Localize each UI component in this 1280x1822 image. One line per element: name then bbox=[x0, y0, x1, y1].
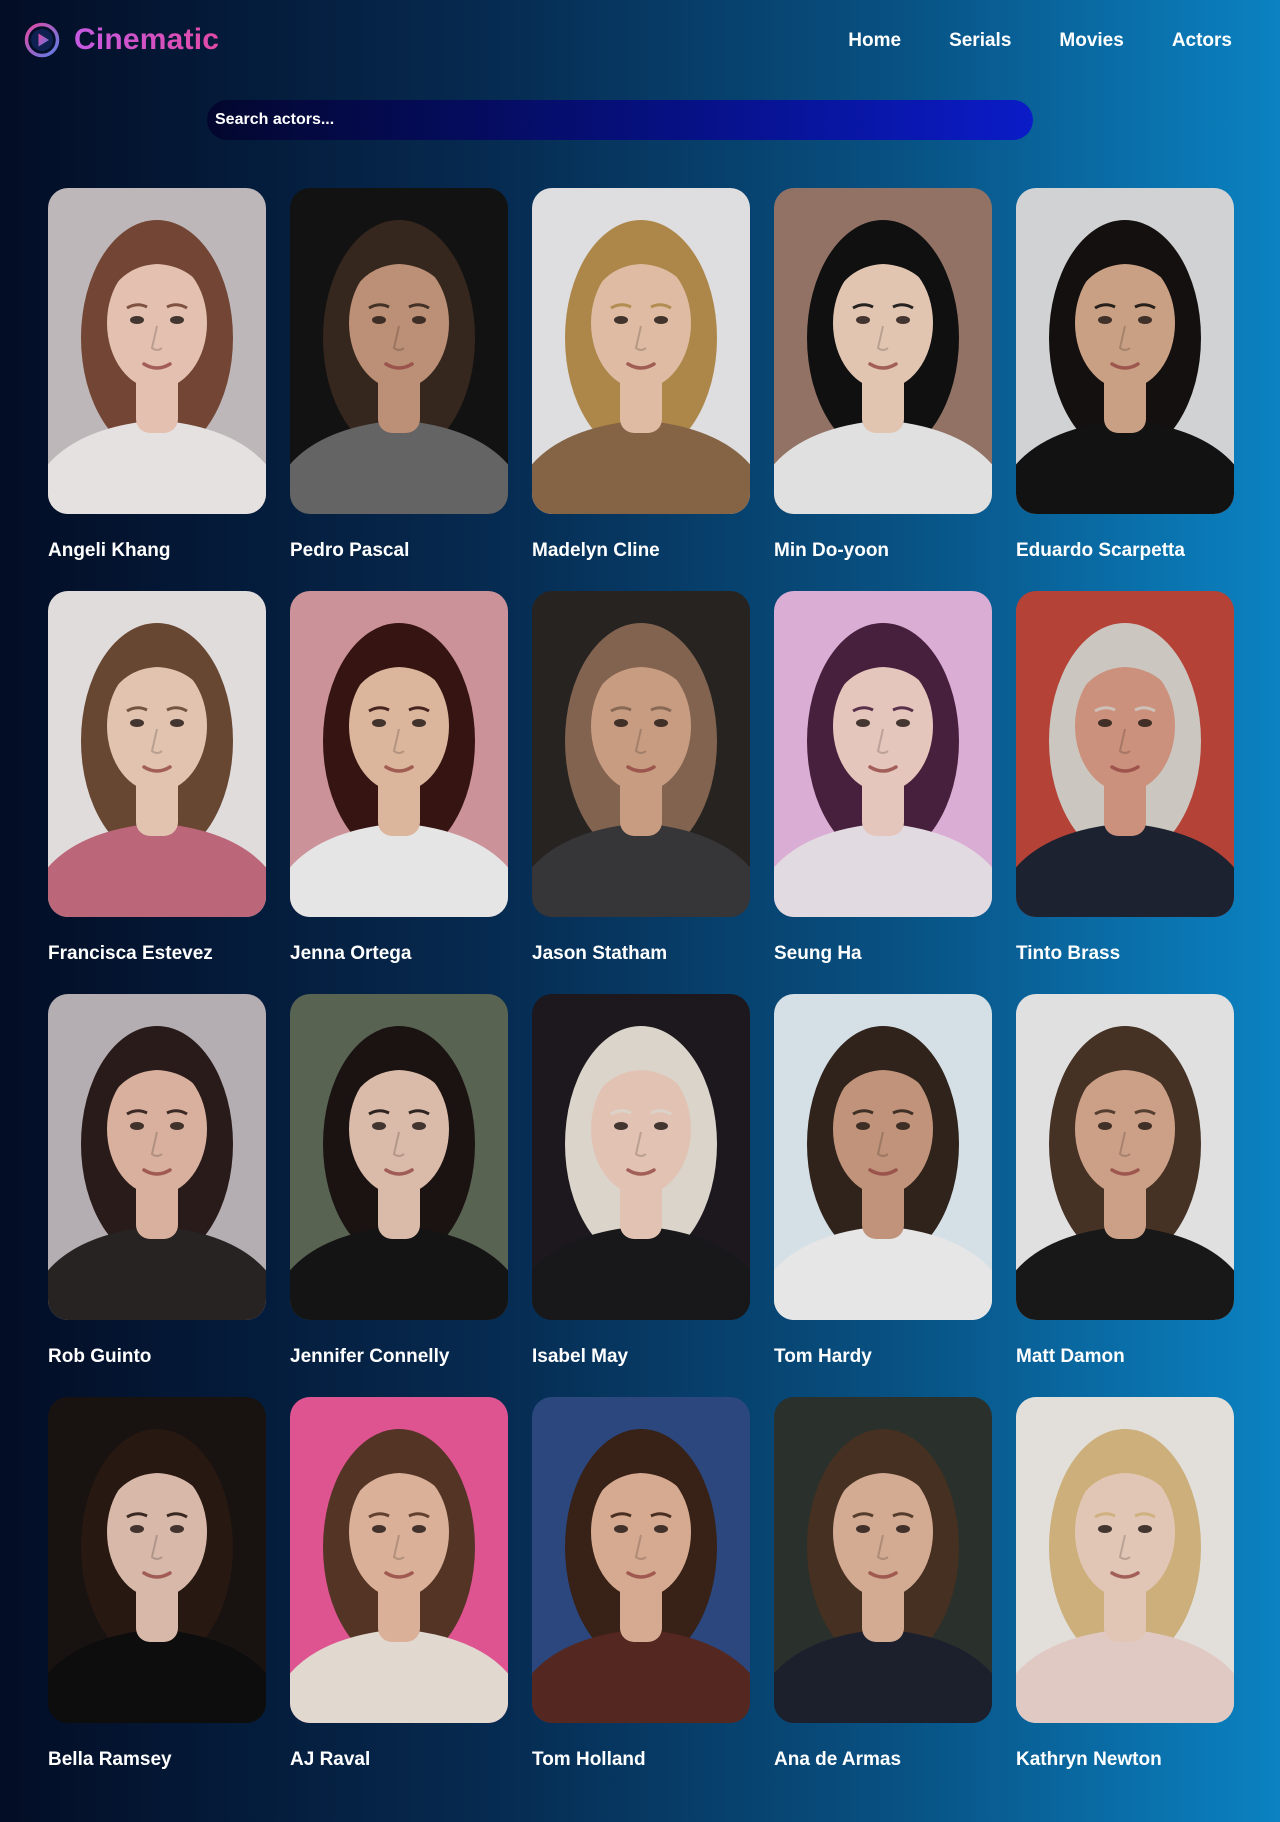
actor-card[interactable]: Tom Hardy bbox=[774, 994, 992, 1397]
actor-name[interactable]: Tinto Brass bbox=[1016, 943, 1234, 965]
portrait-image bbox=[1016, 188, 1234, 514]
actor-photo[interactable] bbox=[290, 188, 508, 514]
actor-photo[interactable] bbox=[774, 1397, 992, 1723]
actor-card[interactable]: Madelyn Cline bbox=[532, 188, 750, 591]
actor-card[interactable]: Eduardo Scarpetta bbox=[1016, 188, 1234, 591]
site-header: Cinematic Home Serials Movies Actors bbox=[0, 0, 1280, 84]
play-circle-icon bbox=[24, 22, 60, 58]
main-nav: Home Serials Movies Actors bbox=[848, 30, 1232, 52]
actor-photo[interactable] bbox=[774, 591, 992, 917]
actor-card[interactable]: Francisca Estevez bbox=[48, 591, 266, 994]
actor-photo[interactable] bbox=[48, 188, 266, 514]
actor-name[interactable]: Madelyn Cline bbox=[532, 540, 750, 562]
actor-card[interactable]: Ana de Armas bbox=[774, 1397, 992, 1800]
actor-photo[interactable] bbox=[290, 1397, 508, 1723]
actor-name[interactable]: Tom Holland bbox=[532, 1749, 750, 1771]
actor-name[interactable]: Matt Damon bbox=[1016, 1346, 1234, 1368]
actor-photo[interactable] bbox=[774, 994, 992, 1320]
portrait-image bbox=[290, 188, 508, 514]
portrait-image bbox=[774, 1397, 992, 1723]
portrait-image bbox=[1016, 1397, 1234, 1723]
actor-photo[interactable] bbox=[48, 994, 266, 1320]
actor-name[interactable]: Francisca Estevez bbox=[48, 943, 266, 965]
actor-photo[interactable] bbox=[1016, 994, 1234, 1320]
search-input[interactable] bbox=[207, 100, 1033, 140]
portrait-image bbox=[532, 1397, 750, 1723]
actor-photo[interactable] bbox=[774, 188, 992, 514]
actor-card[interactable]: Bella Ramsey bbox=[48, 1397, 266, 1800]
nav-actors[interactable]: Actors bbox=[1172, 30, 1232, 52]
portrait-image bbox=[532, 188, 750, 514]
actor-photo[interactable] bbox=[1016, 591, 1234, 917]
actor-name[interactable]: Min Do-yoon bbox=[774, 540, 992, 562]
brand-name: Cinematic bbox=[74, 23, 220, 56]
actor-name[interactable]: Ana de Armas bbox=[774, 1749, 992, 1771]
portrait-image bbox=[1016, 591, 1234, 917]
portrait-image bbox=[48, 188, 266, 514]
actor-name[interactable]: Rob Guinto bbox=[48, 1346, 266, 1368]
actor-name[interactable]: Jason Statham bbox=[532, 943, 750, 965]
actor-card[interactable]: Angeli Khang bbox=[48, 188, 266, 591]
brand-logo[interactable]: Cinematic bbox=[24, 22, 219, 58]
actor-photo[interactable] bbox=[532, 188, 750, 514]
actor-card[interactable]: AJ Raval bbox=[290, 1397, 508, 1800]
actor-card[interactable]: Kathryn Newton bbox=[1016, 1397, 1234, 1800]
portrait-image bbox=[290, 1397, 508, 1723]
actor-name[interactable]: Pedro Pascal bbox=[290, 540, 508, 562]
actor-card[interactable]: Rob Guinto bbox=[48, 994, 266, 1397]
portrait-image bbox=[774, 188, 992, 514]
actor-grid: Angeli Khang Pedro Pascal Madelyn Cline Min… bbox=[48, 188, 1234, 1800]
actor-card[interactable]: Min Do-yoon bbox=[774, 188, 992, 591]
actor-name[interactable]: Eduardo Scarpetta bbox=[1016, 540, 1234, 562]
portrait-image bbox=[48, 994, 266, 1320]
actor-name[interactable]: Isabel May bbox=[532, 1346, 750, 1368]
actor-card[interactable]: Seung Ha bbox=[774, 591, 992, 994]
nav-movies[interactable]: Movies bbox=[1059, 30, 1123, 52]
actor-name[interactable]: Seung Ha bbox=[774, 943, 992, 965]
portrait-image bbox=[774, 994, 992, 1320]
actor-name[interactable]: Jennifer Connelly bbox=[290, 1346, 508, 1368]
actor-card[interactable]: Tom Holland bbox=[532, 1397, 750, 1800]
actor-photo[interactable] bbox=[48, 1397, 266, 1723]
actor-card[interactable]: Jason Statham bbox=[532, 591, 750, 994]
portrait-image bbox=[290, 994, 508, 1320]
actor-name[interactable]: Kathryn Newton bbox=[1016, 1749, 1234, 1771]
actor-photo[interactable] bbox=[290, 994, 508, 1320]
actor-photo[interactable] bbox=[290, 591, 508, 917]
nav-home[interactable]: Home bbox=[848, 30, 901, 52]
portrait-image bbox=[290, 591, 508, 917]
actor-card[interactable]: Tinto Brass bbox=[1016, 591, 1234, 994]
actor-photo[interactable] bbox=[1016, 188, 1234, 514]
actor-name[interactable]: Jenna Ortega bbox=[290, 943, 508, 965]
portrait-image bbox=[48, 591, 266, 917]
portrait-image bbox=[1016, 994, 1234, 1320]
actor-photo[interactable] bbox=[532, 1397, 750, 1723]
portrait-image bbox=[532, 591, 750, 917]
actor-photo[interactable] bbox=[1016, 1397, 1234, 1723]
actor-card[interactable]: Matt Damon bbox=[1016, 994, 1234, 1397]
nav-serials[interactable]: Serials bbox=[949, 30, 1011, 52]
actor-photo[interactable] bbox=[532, 994, 750, 1320]
portrait-image bbox=[48, 1397, 266, 1723]
actor-name[interactable]: Bella Ramsey bbox=[48, 1749, 266, 1771]
actor-name[interactable]: AJ Raval bbox=[290, 1749, 508, 1771]
portrait-image bbox=[774, 591, 992, 917]
actor-card[interactable]: Isabel May bbox=[532, 994, 750, 1397]
portrait-image bbox=[532, 994, 750, 1320]
actor-photo[interactable] bbox=[48, 591, 266, 917]
actor-card[interactable]: Jenna Ortega bbox=[290, 591, 508, 994]
actor-name[interactable]: Angeli Khang bbox=[48, 540, 266, 562]
actor-photo[interactable] bbox=[532, 591, 750, 917]
actor-name[interactable]: Tom Hardy bbox=[774, 1346, 992, 1368]
actor-card[interactable]: Jennifer Connelly bbox=[290, 994, 508, 1397]
actor-card[interactable]: Pedro Pascal bbox=[290, 188, 508, 591]
